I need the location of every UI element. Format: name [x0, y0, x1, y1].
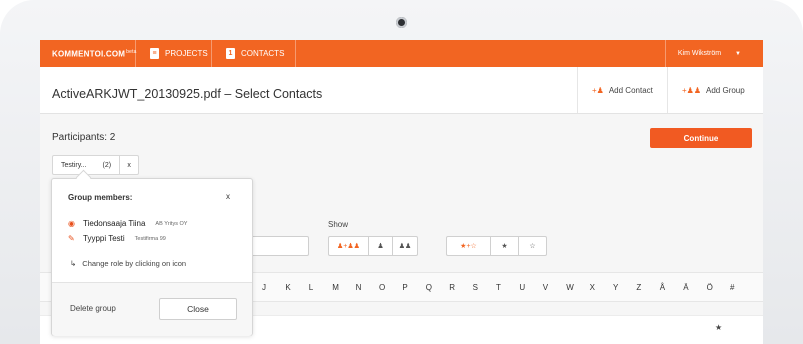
alphabet-letter[interactable]: P	[402, 283, 407, 292]
delete-group-link[interactable]: Delete group	[70, 304, 116, 313]
alphabet-letter[interactable]: L	[309, 283, 313, 292]
favorite-filter: ★+☆ ★ ☆	[446, 236, 547, 256]
add-person-icon: +♟	[592, 85, 604, 95]
filter-starred-button[interactable]: ★	[491, 237, 519, 255]
chevron-down-icon: ▼	[735, 50, 741, 57]
user-menu[interactable]: Kim Wikström ▼	[664, 40, 763, 67]
alphabet-letter[interactable]: J	[262, 283, 266, 292]
add-contact-button[interactable]: +♟ Add Contact	[577, 67, 667, 113]
group-member: ✎ Tyyppi Testi Testifirma 99	[68, 234, 166, 243]
contacts-icon: 1	[226, 48, 235, 59]
filter-unstarred-button[interactable]: ☆	[519, 237, 546, 255]
filter-group-button[interactable]: ♟♟	[393, 237, 417, 255]
nav-contacts-label: CONTACTS	[241, 49, 285, 58]
continue-button[interactable]: Continue	[650, 128, 752, 148]
group-member: ◉ Tiedonsaaja Tiina AB Yritys OY	[68, 219, 187, 228]
remove-group-button[interactable]: x	[120, 156, 138, 174]
alphabet-letter[interactable]: Ä	[683, 283, 688, 292]
participants-count: Participants: 2	[52, 132, 116, 143]
popup-footer: Delete group Close	[52, 282, 252, 336]
member-company: AB Yritys OY	[155, 220, 188, 227]
group-chip[interactable]: Testiry... (2) x	[52, 155, 140, 175]
add-group-label: Add Group	[706, 85, 745, 95]
alphabet-letter[interactable]: U	[519, 283, 525, 292]
page-header: ActiveARKJWT_20130925.pdf – Select Conta…	[40, 67, 763, 114]
group-chip-label[interactable]: Testiry... (2)	[53, 156, 121, 174]
alphabet-letter[interactable]: Y	[613, 283, 618, 292]
eye-icon[interactable]: ◉	[68, 219, 76, 228]
add-group-button[interactable]: +♟♟ Add Group	[667, 67, 759, 113]
page-title: ActiveARKJWT_20130925.pdf – Select Conta…	[52, 87, 323, 101]
group-chip-count: (2)	[102, 161, 112, 169]
projects-icon: ≡	[150, 48, 159, 59]
alphabet-letter[interactable]: V	[543, 283, 548, 292]
add-group-icon: +♟♟	[682, 85, 702, 95]
alphabet-letter[interactable]: Z	[636, 283, 641, 292]
add-contact-label: Add Contact	[608, 85, 653, 95]
close-icon[interactable]: x	[226, 192, 230, 201]
nav-projects[interactable]: ≡ PROJECTS	[135, 40, 222, 67]
alphabet-letter[interactable]: W	[566, 283, 574, 292]
alphabet-letter[interactable]: Q	[426, 283, 432, 292]
filter-person-button[interactable]: ♟	[369, 237, 393, 255]
star-icon[interactable]: ★	[715, 323, 722, 332]
nav-projects-label: PROJECTS	[165, 49, 208, 58]
alphabet-letter[interactable]: N	[356, 283, 362, 292]
alphabet-letter[interactable]: X	[590, 283, 595, 292]
role-hint: ↳ Change role by clicking on icon	[70, 259, 186, 268]
contact-type-filter: ♟+♟♟ ♟ ♟♟	[328, 236, 418, 256]
alphabet-letter[interactable]: T	[496, 283, 501, 292]
app-logo[interactable]: KOMMENTOI.COMbeta	[52, 49, 137, 59]
member-company: Testifirma 99	[134, 235, 166, 242]
close-button[interactable]: Close	[159, 298, 237, 320]
member-name: Tyyppi Testi	[83, 234, 125, 243]
webcam	[396, 17, 407, 28]
alphabet-letter[interactable]: R	[449, 283, 455, 292]
app-screen: KOMMENTOI.COMbeta ≡ PROJECTS 1 CONTACTS …	[40, 40, 763, 344]
top-nav-bar: KOMMENTOI.COMbeta ≡ PROJECTS 1 CONTACTS …	[40, 40, 763, 67]
alphabet-letter[interactable]: O	[379, 283, 385, 292]
filter-all-types-button[interactable]: ♟+♟♟	[329, 237, 369, 255]
alphabet-letter[interactable]: Ö	[707, 283, 713, 292]
cursor-icon: ↳	[70, 259, 77, 268]
group-chip-name: Testiry...	[61, 161, 87, 169]
user-name: Kim Wikström	[677, 50, 722, 57]
show-filter-label: Show	[328, 220, 349, 229]
alphabet-letter[interactable]: S	[473, 283, 478, 292]
alphabet-letter[interactable]: K	[285, 283, 290, 292]
popup-title: Group members:	[68, 193, 133, 202]
filter-all-favorites-button[interactable]: ★+☆	[447, 237, 491, 255]
role-hint-text: Change role by clicking on icon	[82, 259, 187, 268]
alphabet-letter[interactable]: M	[332, 283, 339, 292]
group-members-popup: Group members: x ◉ Tiedonsaaja Tiina AB …	[51, 178, 253, 336]
nav-divider	[295, 40, 296, 67]
alphabet-letter[interactable]: #	[730, 283, 734, 292]
pencil-icon[interactable]: ✎	[68, 234, 76, 243]
member-name: Tiedonsaaja Tiina	[83, 219, 146, 228]
alphabet-letter[interactable]: Å	[660, 283, 665, 292]
nav-contacts[interactable]: 1 CONTACTS	[211, 40, 298, 67]
